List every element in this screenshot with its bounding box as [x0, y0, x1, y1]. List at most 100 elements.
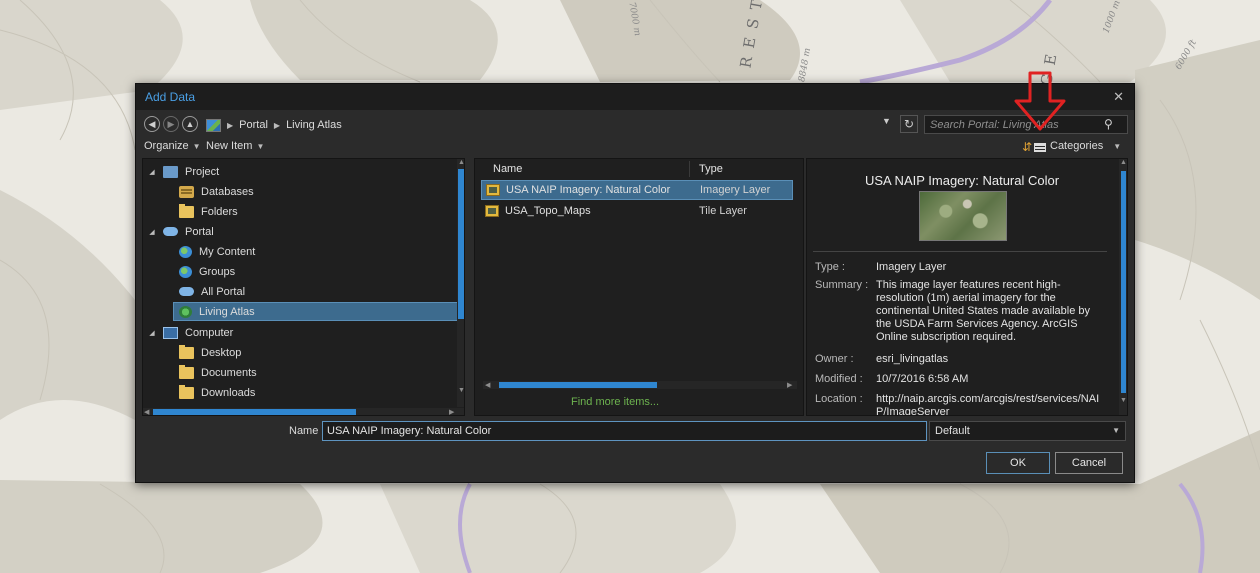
scroll-left-icon[interactable]: ◀ — [485, 381, 490, 389]
ok-button[interactable]: OK — [986, 452, 1050, 474]
chevron-down-icon[interactable]: ▼ — [882, 116, 891, 126]
search-icon[interactable]: ⚲ — [1104, 117, 1113, 131]
tree-item-all-portal[interactable]: All Portal — [143, 282, 455, 301]
detail-key: Modified : — [815, 373, 863, 385]
tree-item-groups[interactable]: Groups — [143, 262, 455, 281]
detail-key: Owner : — [815, 353, 854, 365]
column-header-type[interactable]: Type — [699, 163, 723, 175]
tree-item-label: Documents — [201, 366, 257, 379]
forward-icon[interactable]: ▶ — [163, 116, 179, 132]
list-item[interactable]: USA NAIP Imagery: Natural Color Imagery … — [481, 180, 793, 200]
tree-horizontal-scrollbar[interactable]: ◀ ▶ — [143, 408, 464, 415]
chevron-down-icon: ▼ — [192, 142, 201, 151]
details-vertical-scrollbar[interactable]: ▲ ▼ — [1119, 159, 1127, 415]
detail-row-owner: Owner : esri_livingatlas — [815, 353, 1111, 366]
item-thumbnail — [919, 191, 1007, 241]
chevron-right-icon: ▶ — [273, 120, 281, 130]
scrollbar-thumb[interactable] — [153, 409, 356, 415]
tree-item-databases[interactable]: Databases — [143, 182, 455, 201]
tree-vertical-scrollbar[interactable]: ▲ ▼ — [457, 159, 464, 407]
sort-icon[interactable]: ⇵ — [1022, 140, 1032, 154]
tree-item-living-atlas[interactable]: Living Atlas — [173, 302, 459, 321]
scroll-up-icon[interactable]: ▲ — [458, 159, 464, 166]
navigation-tree: ◢ Project Databases Folders ◢ Portal My Co… — [142, 158, 465, 416]
annotation-arrow-icon — [1014, 71, 1066, 131]
tree-item-label: Desktop — [201, 346, 242, 359]
name-field[interactable] — [322, 421, 927, 441]
tree-item-label: All Portal — [201, 285, 246, 298]
new-item-menu[interactable]: New Item ▼ — [206, 140, 264, 152]
scroll-up-icon[interactable]: ▲ — [1120, 159, 1127, 166]
tree-item-portal[interactable]: ◢ Portal — [143, 222, 455, 241]
back-icon[interactable]: ◀ — [144, 116, 160, 132]
detail-value: esri_livingatlas — [876, 353, 949, 365]
scroll-down-icon[interactable]: ▼ — [1120, 397, 1127, 404]
chevron-down-icon: ▼ — [256, 142, 265, 151]
expand-icon[interactable]: ◢ — [147, 228, 157, 236]
toolbar: Organize ▼ New Item ▼ ⇵ Categories ▼ — [144, 140, 1128, 156]
dialog-title: Add Data — [145, 90, 196, 104]
tree-item-label: My Content — [199, 245, 256, 258]
list-horizontal-scrollbar[interactable]: ◀ ▶ — [483, 381, 797, 389]
detail-value[interactable]: http://naip.arcgis.com/arcgis/rest/servi… — [876, 393, 1104, 415]
list-item-name: USA NAIP Imagery: Natural Color — [506, 184, 671, 196]
portal-icon — [206, 118, 221, 132]
list-item[interactable]: USA_Topo_Maps Tile Layer — [481, 201, 793, 221]
tree-item-computer[interactable]: ◢ Computer — [143, 323, 455, 342]
chevron-right-icon: ▶ — [227, 120, 234, 130]
column-divider[interactable] — [689, 161, 690, 177]
tree-item-label: Groups — [199, 265, 236, 278]
folder-icon — [179, 344, 194, 359]
tree-item-documents[interactable]: Documents — [143, 363, 455, 382]
scrollbar-thumb[interactable] — [1121, 171, 1126, 393]
scrollbar-thumb[interactable] — [458, 169, 464, 319]
categories-menu[interactable]: Categories ▼ — [1050, 140, 1121, 152]
refresh-icon[interactable]: ↻ — [900, 115, 918, 133]
list-item-type: Tile Layer — [699, 205, 747, 217]
tree-item-label: Downloads — [201, 386, 256, 399]
detail-row-modified: Modified : 10/7/2016 6:58 AM — [815, 373, 1111, 386]
folder-icon — [179, 384, 194, 399]
dialog-titlebar[interactable]: Add Data ✕ — [136, 84, 1134, 110]
detail-value: 10/7/2016 6:58 AM — [876, 373, 969, 385]
imagery-layer-icon — [486, 184, 500, 196]
name-label: Name — [289, 425, 319, 437]
expand-icon[interactable]: ◢ — [147, 329, 157, 337]
tree-item-folders[interactable]: Folders — [143, 202, 455, 221]
scroll-down-icon[interactable]: ▼ — [458, 387, 464, 394]
living-atlas-icon — [179, 305, 192, 318]
close-icon[interactable]: ✕ — [1113, 89, 1124, 105]
scrollbar-thumb[interactable] — [499, 382, 657, 388]
database-icon — [179, 185, 194, 198]
folder-icon — [179, 203, 194, 218]
breadcrumb: ▶ Portal ▶ Living Atlas — [206, 116, 882, 134]
filter-select[interactable]: Default ▼ — [929, 421, 1126, 441]
tree-item-my-content[interactable]: My Content — [143, 242, 455, 261]
tree-item-downloads[interactable]: Downloads — [143, 383, 455, 402]
categories-view-icon[interactable] — [1034, 143, 1046, 152]
tree-item-label: Databases — [201, 185, 254, 198]
tree-item-label: Folders — [201, 205, 238, 218]
scroll-right-icon[interactable]: ▶ — [787, 381, 792, 389]
tree-item-label: Computer — [185, 326, 234, 339]
add-data-dialog: Add Data ✕ ◀ ▶ ▲ ▶ Portal ▶ Living Atlas… — [135, 83, 1135, 483]
scroll-left-icon[interactable]: ◀ — [144, 408, 149, 415]
tree-item-label: Portal — [185, 225, 214, 238]
tree-item-project[interactable]: ◢ Project — [143, 162, 455, 181]
new-item-label: New Item — [206, 140, 253, 152]
up-icon[interactable]: ▲ — [182, 116, 198, 132]
tree-item-desktop[interactable]: Desktop — [143, 343, 455, 362]
project-icon — [163, 165, 178, 178]
breadcrumb-item[interactable]: Living Atlas — [286, 119, 342, 131]
find-more-items-link[interactable]: Find more items... — [571, 396, 659, 408]
column-header-name[interactable]: Name — [493, 163, 522, 175]
breadcrumb-item[interactable]: Portal — [239, 119, 268, 131]
scroll-right-icon[interactable]: ▶ — [449, 408, 454, 415]
address-bar: ◀ ▶ ▲ ▶ Portal ▶ Living Atlas ▼ ↻ ⚲ — [144, 115, 1128, 135]
cancel-button[interactable]: Cancel — [1055, 452, 1123, 474]
detail-key: Summary : — [815, 279, 869, 291]
organize-menu[interactable]: Organize ▼ — [144, 140, 201, 152]
tile-layer-icon — [485, 205, 499, 217]
expand-icon[interactable]: ◢ — [147, 168, 157, 176]
detail-row-type: Type : Imagery Layer — [815, 261, 1111, 274]
